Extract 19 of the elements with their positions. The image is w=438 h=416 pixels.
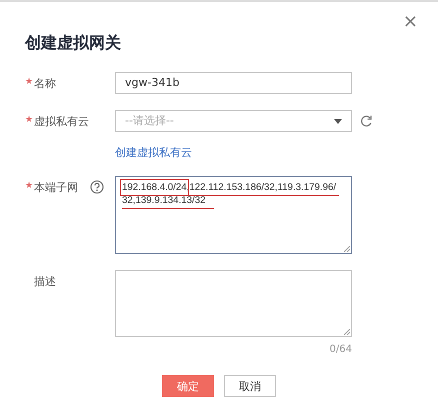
- refresh-icon: [360, 115, 372, 127]
- field-label: 虚拟私有云: [34, 114, 89, 129]
- input-field[interactable]: vgw-341b: [115, 72, 352, 94]
- resize-grip-icon: [344, 329, 350, 335]
- cancel-button[interactable]: 取消: [224, 375, 276, 397]
- field-label: 本端子网: [34, 180, 78, 195]
- required-mark: ★: [25, 115, 34, 125]
- character-counter: 0/64: [328, 344, 352, 355]
- resize-grip-icon: [344, 246, 350, 252]
- field-label: 描述: [34, 274, 56, 289]
- text-area[interactable]: [115, 270, 352, 337]
- dropdown-caret-icon: [334, 118, 342, 124]
- required-mark: ★: [25, 181, 34, 191]
- dialog-title: 创建虚拟网关: [25, 33, 121, 54]
- close-button[interactable]: ×: [402, 13, 418, 31]
- required-mark: ★: [25, 77, 34, 87]
- field-label: 名称: [34, 76, 56, 91]
- create-vpc-link[interactable]: 创建虚拟私有云: [115, 145, 352, 160]
- confirm-button[interactable]: 确定: [162, 375, 214, 397]
